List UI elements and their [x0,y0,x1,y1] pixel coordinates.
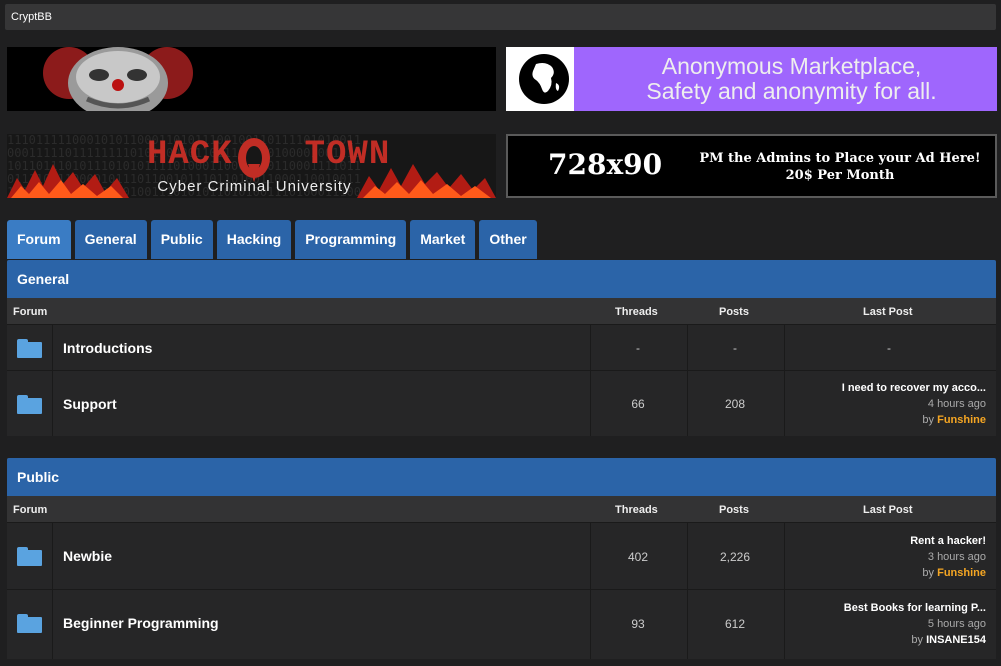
col-last-post: Last Post [863,504,913,516]
forum-name[interactable]: Support [63,396,117,412]
hacktown-title-hack: HACK [147,136,233,174]
forum-icon-cell [7,590,53,659]
col-posts: Posts [719,504,749,516]
tab-market[interactable]: Market [410,220,476,259]
post-count: 612 [724,617,746,631]
ad-message-line-2: 20$ Per Month [785,168,895,183]
col-forum: Forum [13,504,48,516]
last-post-title[interactable]: I need to recover my acco... [842,380,986,396]
last-post-time: 5 hours ago [927,618,986,630]
divider [784,590,785,659]
last-post-info: Rent a hacker! 3 hours ago by Funshine [910,533,986,581]
post-count: 208 [724,397,746,411]
marketplace-line-1: Anonymous Marketplace, [661,53,922,79]
marketplace-text: Anonymous Marketplace, Safety and anonym… [586,54,997,104]
column-header-row: Forum Threads Posts Last Post [7,298,996,324]
last-post-empty: - [887,341,891,355]
last-post-user[interactable]: INSANE154 [926,634,986,646]
thread-count: 93 [631,617,645,631]
hacktown-subtitle: Cyber Criminal University [157,178,352,195]
forum-row[interactable]: Beginner Programming 93 612 Best Books f… [7,589,996,659]
folder-icon [17,395,42,414]
tab-general[interactable]: General [74,220,147,259]
col-last-post: Last Post [863,306,913,318]
hacktown-banner[interactable]: 1110111110001010110001101011100100110111… [7,134,496,198]
post-count: 2,226 [719,550,751,564]
hacktown-title: HACK TOWN [147,136,390,174]
last-post-info: Best Books for learning P... 5 hours ago… [844,600,986,648]
by-label: by [911,634,924,646]
forum-row[interactable]: Introductions - - - [7,324,996,370]
clown-image [43,47,193,111]
ad-message-line-1: PM the Admins to Place your Ad Here! [699,151,981,166]
post-count: - [733,341,737,355]
ad-message: PM the Admins to Place your Ad Here! 20$… [690,150,990,184]
divider [784,523,785,589]
col-threads: Threads [615,504,658,516]
category-tabs: Forum General Public Hacking Programming… [7,220,537,259]
tab-programming[interactable]: Programming [295,220,407,259]
folder-icon [17,339,42,358]
last-post-title[interactable]: Best Books for learning P... [844,600,986,616]
tab-hacking[interactable]: Hacking [216,220,292,259]
forum-row[interactable]: Support 66 208 I need to recover my acco… [7,370,996,436]
marketplace-banner[interactable]: Anonymous Marketplace, Safety and anonym… [506,47,997,111]
forum-name[interactable]: Introductions [63,340,152,356]
tab-public[interactable]: Public [150,220,213,259]
section-public: Public Forum Threads Posts Last Post New… [7,458,996,659]
section-title[interactable]: General [7,260,996,298]
by-label: by [922,414,935,426]
last-post-user[interactable]: Funshine [937,414,986,426]
ad-placeholder-banner[interactable]: 728x90 PM the Admins to Place your Ad He… [506,134,997,198]
last-post-info: I need to recover my acco... 4 hours ago… [842,380,986,428]
top-bar: CryptBB [5,4,996,30]
marketplace-line-2: Safety and anonymity for all. [646,78,937,104]
section-title[interactable]: Public [7,458,996,496]
forum-icon-cell [7,523,53,589]
ad-size-label: 728x90 [548,148,663,181]
forum-icon-cell [7,371,53,436]
col-posts: Posts [719,306,749,318]
last-post-user[interactable]: Funshine [937,567,986,579]
hacktown-title-town: TOWN [304,136,391,174]
forum-row[interactable]: Newbie 402 2,226 Rent a hacker! 3 hours … [7,522,996,589]
thread-count: 66 [631,397,645,411]
col-forum: Forum [13,306,48,318]
divider [784,325,785,370]
tab-other[interactable]: Other [479,220,537,259]
thread-count: 402 [627,550,649,564]
column-header-row: Forum Threads Posts Last Post [7,496,996,522]
last-post-time: 4 hours ago [927,398,986,410]
by-label: by [922,567,935,579]
thread-count: - [636,341,640,355]
forum-name[interactable]: Beginner Programming [63,615,219,631]
tab-forum[interactable]: Forum [7,220,71,259]
globe-icon [506,47,574,111]
section-general: General Forum Threads Posts Last Post In… [7,260,996,436]
folder-icon [17,614,42,633]
last-post-title[interactable]: Rent a hacker! [910,533,986,549]
forum-icon-cell [7,325,53,370]
divider [784,371,785,436]
folder-icon [17,547,42,566]
clown-banner[interactable] [7,47,496,111]
last-post-time: 3 hours ago [927,551,986,563]
site-title[interactable]: CryptBB [11,11,52,23]
col-threads: Threads [615,306,658,318]
forum-name[interactable]: Newbie [63,548,112,564]
